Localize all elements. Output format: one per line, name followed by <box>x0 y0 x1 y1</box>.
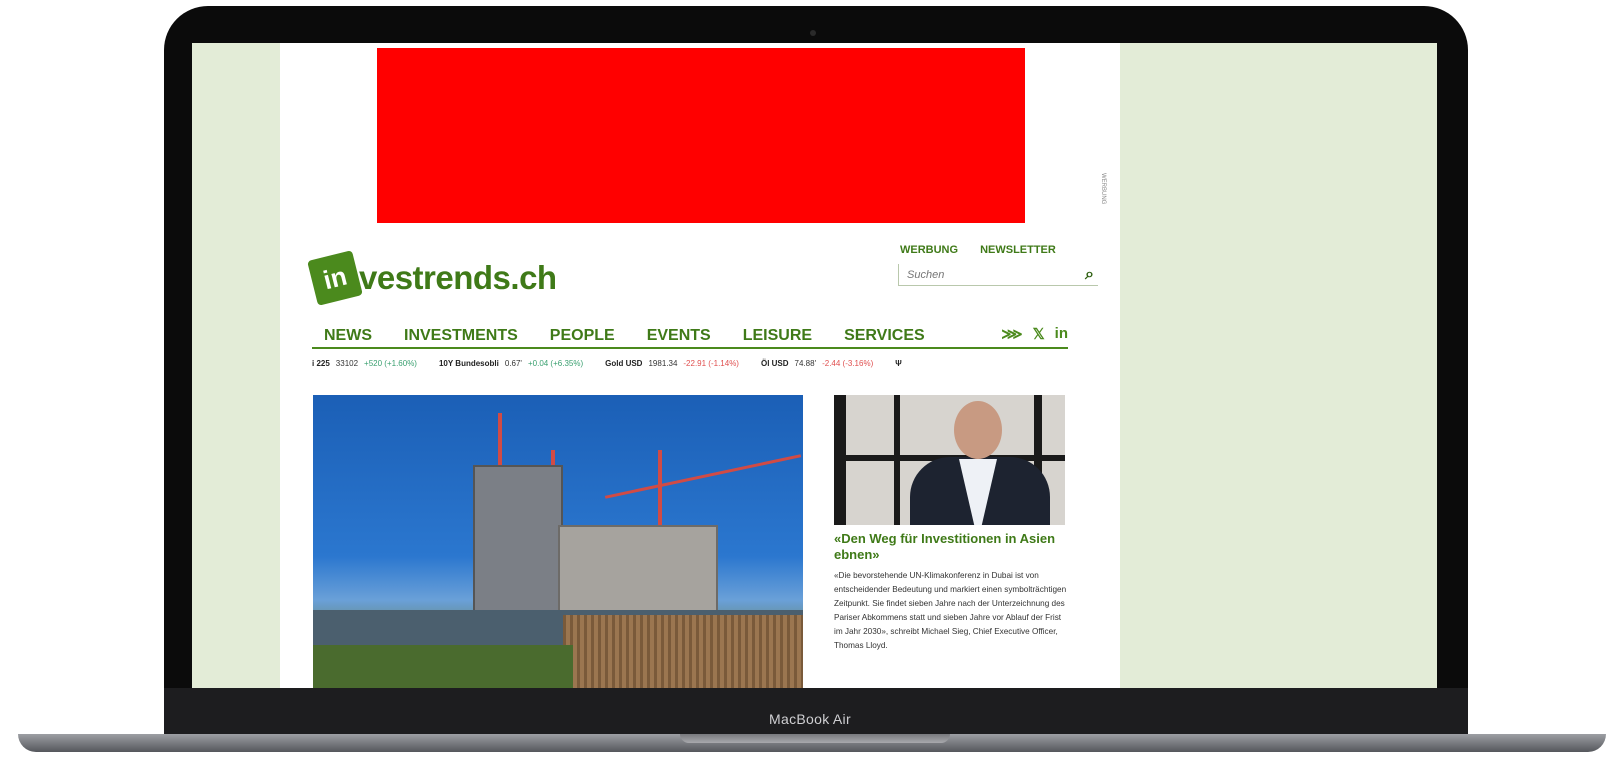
building <box>473 465 563 615</box>
ad-label: WERBUNG <box>1100 173 1106 205</box>
crane-arm <box>604 454 802 499</box>
search-box: ⌕ <box>898 264 1098 286</box>
top-links: WERBUNG NEWSLETTER <box>900 244 1056 256</box>
ticker-value: 74.88' <box>794 358 817 368</box>
site-logo[interactable]: in vestrends.ch <box>307 250 557 306</box>
fence <box>563 615 803 688</box>
web-page: WERBUNG in vestrends.ch WERBUNG NEWSLETT… <box>280 43 1120 688</box>
ticker-item[interactable]: Öl USD 74.88' -2.44 (-3.16%) <box>761 359 873 368</box>
ticker-name: Öl USD <box>760 358 789 368</box>
ticker-name: i 225 <box>312 358 330 368</box>
ad-banner[interactable] <box>377 48 1025 223</box>
ticker-change: -2.44 (-3.16%) <box>822 358 874 368</box>
social-links: ⋙ 𝕏 in <box>1001 325 1068 343</box>
laptop-notch <box>680 734 950 743</box>
ticker-name: Gold USD <box>605 358 643 368</box>
article-title[interactable]: «Den Weg für Investitionen in Asien ebne… <box>834 531 1069 563</box>
search-input[interactable] <box>907 268 1057 281</box>
nav-investments[interactable]: INVESTMENTS <box>404 327 518 345</box>
laptop-screen: WERBUNG in vestrends.ch WERBUNG NEWSLETT… <box>192 43 1437 688</box>
ticker-name: Ψ <box>895 358 902 368</box>
nav-people[interactable]: PEOPLE <box>550 327 615 345</box>
newsletter-link[interactable]: NEWSLETTER <box>980 244 1056 256</box>
article-text: «Die bevorstehende UN-Klimakonferenz in … <box>834 571 1067 650</box>
hero-image[interactable] <box>313 395 803 688</box>
ticker-item[interactable]: 10Y Bundesobli 0.67' +0.04 (+6.35%) <box>439 359 583 368</box>
ticker-item[interactable]: Ψ <box>895 359 901 368</box>
linkedin-icon[interactable]: in <box>1055 325 1068 343</box>
market-ticker: i 225 33102 +520 (+1.60%) 10Y Bundesobli… <box>312 355 1068 371</box>
article-portrait[interactable] <box>834 395 1065 525</box>
nav-services[interactable]: SERVICES <box>844 327 925 345</box>
ticker-name: 10Y Bundesobli <box>438 358 499 368</box>
building <box>558 525 718 615</box>
ticker-change: +0.04 (+6.35%) <box>527 358 584 368</box>
ticker-value: 0.67' <box>504 358 522 368</box>
werbung-link[interactable]: WERBUNG <box>900 244 958 256</box>
grass <box>313 645 573 688</box>
ticker-change: -22.91 (-1.14%) <box>683 358 739 368</box>
model-label: MacBook Air <box>769 711 851 727</box>
nav-events[interactable]: EVENTS <box>647 327 711 345</box>
nav-news[interactable]: NEWS <box>324 327 372 345</box>
ticker-change: +520 (+1.60%) <box>364 358 417 368</box>
search-icon[interactable]: ⌕ <box>1085 266 1094 284</box>
person-head <box>954 401 1002 459</box>
ticker-item[interactable]: Gold USD 1981.34 -22.91 (-1.14%) <box>605 359 739 368</box>
ticker-value: 1981.34 <box>648 358 678 368</box>
main-nav: NEWS INVESTMENTS PEOPLE EVENTS LEISURE S… <box>312 325 1068 349</box>
camera <box>810 30 816 36</box>
logo-text: vestrends.ch <box>359 259 557 296</box>
x-icon[interactable]: 𝕏 <box>1033 325 1045 343</box>
logo-mark: in <box>307 250 363 306</box>
nav-leisure[interactable]: LEISURE <box>743 327 812 345</box>
ticker-item[interactable]: i 225 33102 +520 (+1.60%) <box>312 359 417 368</box>
ticker-value: 33102 <box>335 358 359 368</box>
rss-icon[interactable]: ⋙ <box>1001 325 1022 343</box>
